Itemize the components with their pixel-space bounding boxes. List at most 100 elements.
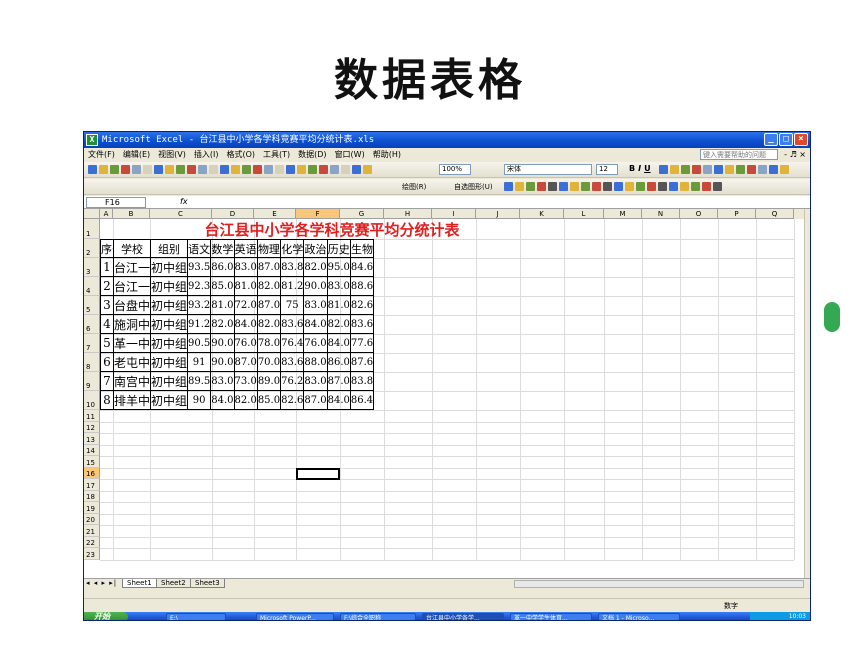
row-header-10[interactable]: 10 xyxy=(84,391,100,410)
table-cell[interactable]: 81.2 xyxy=(280,276,305,296)
toolbar-icon[interactable] xyxy=(220,165,229,174)
table-cell[interactable]: 初中组 xyxy=(149,257,189,277)
table-cell[interactable]: 70.0 xyxy=(256,352,282,372)
header-cell[interactable]: 数学 xyxy=(210,239,235,258)
table-cell[interactable]: 83.0 xyxy=(233,257,258,277)
toolbar-icon[interactable] xyxy=(603,182,612,191)
row-header-13[interactable]: 13 xyxy=(84,433,100,445)
tab-sheet3[interactable]: Sheet3 xyxy=(190,579,225,588)
toolbar-icon[interactable] xyxy=(330,165,339,174)
header-cell[interactable]: 生物 xyxy=(349,239,375,258)
toolbar-icon[interactable] xyxy=(132,165,141,174)
table-cell[interactable]: 90.0 xyxy=(303,276,328,296)
toolbar-icon[interactable] xyxy=(680,182,689,191)
table-cell[interactable]: 初中组 xyxy=(149,314,189,334)
toolbar-icon[interactable] xyxy=(702,182,711,191)
table-cell[interactable]: 85.0 xyxy=(256,390,282,410)
column-header-q[interactable]: Q xyxy=(756,209,794,219)
table-cell[interactable]: 施洞中学 xyxy=(113,314,151,334)
toolbar-icon[interactable] xyxy=(769,165,778,174)
table-cell[interactable]: 86.4 xyxy=(349,390,375,410)
table-cell[interactable]: 89.0 xyxy=(256,371,282,391)
menu-format[interactable]: 格式(O) xyxy=(226,148,255,162)
bold-button[interactable]: B xyxy=(629,164,635,173)
select-all-corner[interactable] xyxy=(84,209,100,219)
data-table[interactable]: 序号学校组别语文数学英语物理化学政治历史生物1台江一中初中组93.586.083… xyxy=(100,239,375,410)
toolbar-icon[interactable] xyxy=(725,165,734,174)
table-cell[interactable]: 82.6 xyxy=(349,295,375,315)
toolbar-icon[interactable] xyxy=(537,182,546,191)
toolbar-icon[interactable] xyxy=(548,182,557,191)
selected-cell[interactable] xyxy=(296,467,340,480)
table-cell[interactable]: 83.6 xyxy=(280,314,305,334)
task-excel[interactable]: 台江县中小学各学... xyxy=(422,613,504,620)
task-word-1[interactable]: 革一中学学生体育... xyxy=(510,613,592,620)
table-cell[interactable]: 台江一中 xyxy=(113,276,151,296)
maximize-button[interactable]: □ xyxy=(779,133,793,146)
menu-window[interactable]: 窗口(W) xyxy=(335,148,365,162)
toolbar-icon[interactable] xyxy=(636,182,645,191)
menu-view[interactable]: 视图(V) xyxy=(158,148,186,162)
header-cell[interactable]: 序号 xyxy=(100,239,114,258)
drawing-toolbar-icons[interactable] xyxy=(504,182,722,191)
header-cell[interactable]: 组别 xyxy=(149,239,189,258)
table-cell[interactable]: 88.0 xyxy=(303,352,328,372)
table-cell[interactable]: 87.0 xyxy=(326,371,351,391)
close-button[interactable]: × xyxy=(794,133,808,146)
toolbar-icon[interactable] xyxy=(143,165,152,174)
toolbar-icon[interactable] xyxy=(176,165,185,174)
column-header-a[interactable]: A xyxy=(100,209,113,219)
toolbar-icon[interactable] xyxy=(308,165,317,174)
table-cell[interactable]: 82.6 xyxy=(280,390,305,410)
toolbar-icon[interactable] xyxy=(581,182,590,191)
column-header-b[interactable]: B xyxy=(113,209,150,219)
row-header-4[interactable]: 4 xyxy=(84,277,100,296)
toolbar-icon[interactable] xyxy=(559,182,568,191)
toolbar-icon[interactable] xyxy=(758,165,767,174)
table-cell[interactable]: 82.0 xyxy=(326,314,351,334)
table-cell[interactable]: 初中组 xyxy=(149,276,189,296)
toolbar-icon[interactable] xyxy=(713,182,722,191)
table-cell[interactable]: 初中组 xyxy=(149,390,189,410)
row-header-9[interactable]: 9 xyxy=(84,372,100,391)
fx-icon[interactable]: fx xyxy=(180,197,188,206)
table-cell[interactable]: 82.0 xyxy=(210,314,235,334)
table-cell[interactable]: 83.0 xyxy=(303,371,328,391)
toolbar-icon[interactable] xyxy=(110,165,119,174)
row-header-8[interactable]: 8 xyxy=(84,353,100,372)
table-cell[interactable]: 90.5 xyxy=(187,333,212,353)
toolbar-icon[interactable] xyxy=(592,182,601,191)
toolbar-icon[interactable] xyxy=(504,182,513,191)
autoshapes-menu[interactable]: 自选图形(U) xyxy=(454,182,493,192)
table-cell[interactable]: 初中组 xyxy=(149,295,189,315)
row-header-3[interactable]: 3 xyxy=(84,258,100,277)
table-cell[interactable]: 72.0 xyxy=(233,295,258,315)
table-cell[interactable]: 90 xyxy=(187,390,212,410)
toolbar-icon[interactable] xyxy=(198,165,207,174)
font-size-select[interactable]: 12 xyxy=(596,164,618,175)
table-cell[interactable]: 2 xyxy=(100,276,114,296)
table-cell[interactable]: 87.0 xyxy=(233,352,258,372)
toolbar-icon[interactable] xyxy=(692,165,701,174)
toolbar-icon[interactable] xyxy=(659,165,668,174)
column-header-o[interactable]: O xyxy=(680,209,718,219)
table-cell[interactable]: 86.0 xyxy=(210,257,235,277)
toolbar-icon[interactable] xyxy=(352,165,361,174)
toolbar-icon[interactable] xyxy=(670,165,679,174)
table-cell[interactable]: 83.6 xyxy=(349,314,375,334)
table-cell[interactable]: 84.0 xyxy=(210,390,235,410)
table-cell[interactable]: 初中组 xyxy=(149,371,189,391)
table-cell[interactable]: 83.8 xyxy=(349,371,375,391)
table-cell[interactable]: 82.0 xyxy=(256,314,282,334)
table-cell[interactable]: 84.0 xyxy=(303,314,328,334)
horizontal-scrollbar[interactable] xyxy=(514,580,804,588)
table-cell[interactable]: 台江一中 xyxy=(113,257,151,277)
toolbar-icon[interactable] xyxy=(319,165,328,174)
toolbar-icon[interactable] xyxy=(154,165,163,174)
row-header-6[interactable]: 6 xyxy=(84,315,100,334)
toolbar-icon[interactable] xyxy=(669,182,678,191)
toolbar-icon[interactable] xyxy=(526,182,535,191)
toolbar-icon[interactable] xyxy=(780,165,789,174)
toolbar-icon[interactable] xyxy=(121,165,130,174)
menu-insert[interactable]: 插入(I) xyxy=(194,148,219,162)
